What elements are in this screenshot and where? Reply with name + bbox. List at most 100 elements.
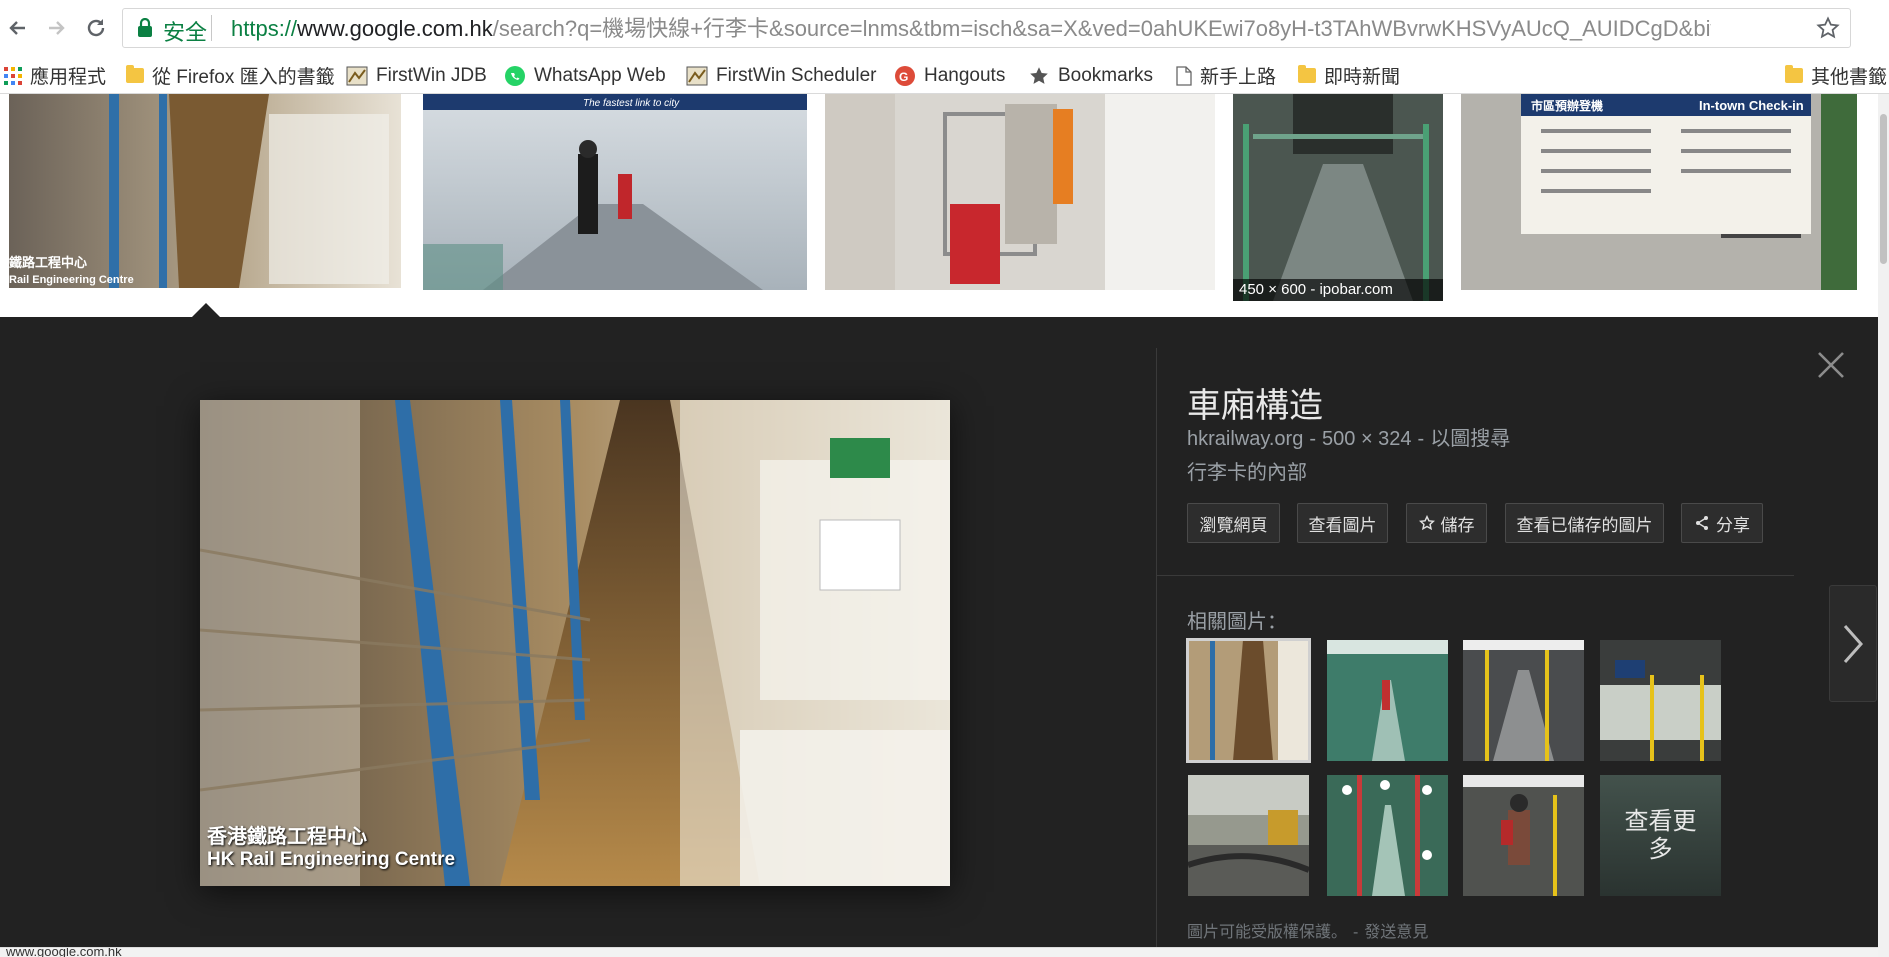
main-preview-image[interactable]	[200, 400, 950, 886]
related-image-3[interactable]	[1463, 640, 1584, 761]
reload-button[interactable]	[78, 8, 114, 48]
result-thumb-5-image: 市區預辦登機 In-town Check-in	[1461, 94, 1857, 290]
result-thumb-2[interactable]: The fastest link to city	[423, 94, 807, 290]
related-image-4-thumb	[1600, 640, 1721, 761]
image-description: 行李卡的內部	[1187, 462, 1307, 484]
related-image-2-thumb	[1327, 640, 1448, 761]
svg-text:G: G	[899, 70, 908, 84]
whatsapp-icon	[505, 65, 525, 86]
copyright-notice: 圖片可能受版權保護。	[1187, 924, 1348, 941]
share-button[interactable]: 分享	[1681, 503, 1763, 543]
save-label: 儲存	[1440, 515, 1475, 535]
lock-icon	[137, 17, 153, 42]
bookmark-label: FirstWin JDB	[376, 64, 487, 86]
view-saved-images-button[interactable]: 查看已儲存的圖片	[1505, 503, 1664, 543]
bookmark-whatsapp[interactable]: WhatsApp Web	[504, 57, 666, 94]
url-scheme: https://	[231, 16, 298, 41]
bookmark-getting-started[interactable]: 新手上路	[1176, 57, 1276, 94]
apps-grid-icon	[4, 66, 22, 85]
firstwin-icon	[346, 66, 368, 85]
related-image-5[interactable]	[1188, 775, 1309, 896]
bookmark-firstwin-scheduler[interactable]: FirstWin Scheduler	[686, 57, 877, 94]
close-button[interactable]	[1811, 345, 1851, 385]
bookmark-label: FirstWin Scheduler	[716, 64, 877, 86]
bookmark-label: 從 Firefox 匯入的書籤	[152, 67, 335, 88]
result-thumb-2-banner: The fastest link to city	[583, 98, 680, 109]
result-thumb-3[interactable]	[825, 94, 1215, 290]
view-more-button[interactable]: 查看更多	[1600, 775, 1721, 896]
result-thumb-4-caption: 450 × 600 - ipobar.com	[1233, 279, 1443, 301]
omnibox[interactable]: 安全 https://www.google.com.hk/search?q=機場…	[122, 8, 1851, 48]
result-thumb-1-caption-en: Rail Engineering Centre	[9, 274, 134, 286]
result-thumb-1-image: 鐵路工程中心 Rail Engineering Centre	[9, 94, 401, 288]
related-images-label: 相關圖片：	[1187, 611, 1287, 633]
address-bar: 安全 https://www.google.com.hk/search?q=機場…	[0, 0, 1889, 57]
bookmark-apps[interactable]: 應用程式	[4, 57, 106, 94]
view-image-label: 查看圖片	[1308, 515, 1377, 535]
panel-vertical-divider	[1156, 348, 1157, 957]
omnibox-divider	[211, 15, 212, 41]
bookmark-label: 新手上路	[1200, 67, 1277, 88]
related-image-4[interactable]	[1600, 640, 1721, 761]
folder-icon	[1785, 65, 1803, 83]
page-icon	[1176, 65, 1192, 86]
result-thumb-1[interactable]: 鐵路工程中心 Rail Engineering Centre	[9, 94, 401, 288]
view-saved-label: 查看已儲存的圖片	[1516, 515, 1653, 535]
related-image-1-thumb	[1188, 640, 1309, 761]
result-thumb-4-image	[1233, 94, 1443, 301]
star-filled-icon	[1030, 66, 1048, 84]
google-plus-icon: G	[895, 65, 915, 86]
bookmark-label: WhatsApp Web	[534, 64, 666, 86]
result-thumb-5-heading-en: In-town Check-in	[1699, 98, 1804, 113]
result-thumb-4[interactable]	[1233, 94, 1443, 301]
page-scrollbar-thumb[interactable]	[1880, 114, 1887, 264]
bookmark-hangouts[interactable]: G Hangouts	[894, 57, 1005, 94]
next-image-button[interactable]	[1829, 585, 1877, 702]
folder-icon	[126, 65, 144, 83]
view-image-button[interactable]: 查看圖片	[1297, 503, 1388, 543]
secure-label: 安全	[163, 20, 208, 45]
bookmark-label: Bookmarks	[1058, 64, 1154, 86]
bookmark-firstwin-jdb[interactable]: FirstWin JDB	[346, 57, 487, 94]
page-scrollbar[interactable]	[1878, 94, 1889, 957]
bookmark-other-folder[interactable]: 其他書籤	[1785, 57, 1887, 94]
send-feedback-link[interactable]: 發送意見	[1364, 924, 1428, 941]
related-image-5-thumb	[1188, 775, 1309, 896]
meta-separator: -	[1309, 428, 1317, 450]
back-button[interactable]	[0, 8, 36, 48]
bookmark-firefox-folder[interactable]: 從 Firefox 匯入的書籤	[126, 57, 335, 94]
related-image-7[interactable]	[1463, 775, 1584, 896]
back-arrow-icon	[9, 21, 25, 35]
url-path: /search?q=機場快線+行李卡&source=lnms&tbm=isch&…	[492, 16, 1711, 41]
bookmark-label: 其他書籤	[1811, 67, 1888, 88]
forward-arrow-icon	[49, 21, 65, 35]
result-thumb-5-heading-zh: 市區預辦登機	[1531, 98, 1603, 113]
related-image-1[interactable]	[1186, 638, 1311, 763]
bookmark-news-folder[interactable]: 即時新聞	[1298, 57, 1400, 94]
main-image-caption-en: HK Rail Engineering Centre	[207, 849, 456, 870]
status-bar: www.google.com.hk	[0, 947, 1878, 957]
share-icon	[1696, 516, 1708, 530]
save-button[interactable]: 儲存	[1406, 503, 1487, 543]
visit-page-button[interactable]: 瀏覽網頁	[1187, 503, 1280, 543]
image-meta: hkrailway.org -500 × 324- 以圖搜尋	[1187, 422, 1510, 451]
chevron-right-icon	[1843, 624, 1864, 663]
bookmark-label: Hangouts	[924, 64, 1006, 86]
status-url: www.google.com.hk	[6, 947, 122, 957]
related-image-2[interactable]	[1327, 640, 1448, 761]
view-more-label: 查看更多	[1624, 807, 1697, 863]
related-image-6[interactable]	[1327, 775, 1448, 896]
reload-icon	[87, 19, 105, 37]
url-text[interactable]: https://www.google.com.hk/search?q=機場快線+…	[231, 14, 1711, 44]
image-source[interactable]: hkrailway.org	[1187, 428, 1303, 450]
panel-horizontal-divider	[1156, 575, 1794, 576]
image-dimensions: 500 × 324	[1322, 428, 1412, 450]
result-thumb-1-caption-zh: 鐵路工程中心	[9, 255, 87, 271]
result-thumb-5[interactable]: 市區預辦登機 In-town Check-in	[1461, 94, 1857, 290]
bookmark-bookmarks[interactable]: Bookmarks	[1028, 57, 1153, 94]
result-thumb-2-image: The fastest link to city	[423, 94, 807, 290]
forward-button[interactable]	[38, 8, 74, 48]
search-by-image-link[interactable]: 以圖搜尋	[1430, 428, 1510, 450]
bookmark-star-button[interactable]	[1816, 16, 1840, 44]
bookmarks-bar: 應用程式 從 Firefox 匯入的書籤 FirstWin JDB WhatsA…	[0, 57, 1889, 94]
